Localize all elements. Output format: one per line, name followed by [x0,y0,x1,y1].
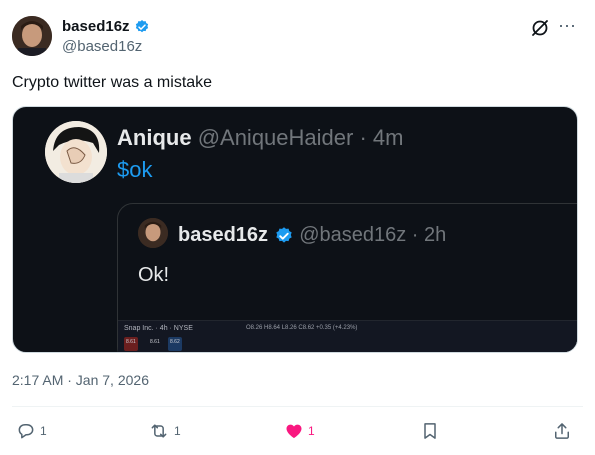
quoted-author-name: Anique [117,125,192,150]
author-avatar[interactable] [12,16,52,56]
chart-ohlc-label: O8.26 H8.64 L8.26 C8.62 +0.35 (+4.23%) [246,325,358,331]
inner-author-name: based16z [178,224,269,246]
quoted-tweet-time: · 4m [359,125,404,150]
chart-spread-box: 8.61 [150,339,160,345]
chart-sell-box: 8.61 [124,337,138,351]
repost-button[interactable]: 1 [148,420,181,442]
repost-count: 1 [174,424,181,438]
more-options-icon[interactable]: ⋯ [558,16,577,37]
heart-icon [286,424,302,439]
inner-author-handle: @based16z [299,224,407,246]
like-button[interactable]: 1 [284,420,315,442]
author-handle[interactable]: @based16z [62,38,142,55]
inner-tweet-header: based16z @based16z · 2h [178,224,446,247]
bookmark-icon [424,423,436,439]
verified-badge-icon [135,20,148,33]
inner-tweet-time: · 2h [411,224,447,246]
author-name[interactable]: based16z [62,18,150,35]
speech-bubble-icon [18,424,34,439]
divider [12,406,583,407]
reply-count: 1 [40,424,47,438]
inner-author-avatar [138,218,168,248]
share-icon [555,423,569,439]
stock-chart-thumbnail: Snap Inc. · 4h · NYSE O8.26 H8.64 L8.26 … [118,320,577,352]
verified-badge-icon [275,226,292,243]
chart-ticker-label: Snap Inc. · 4h · NYSE [124,325,193,332]
like-count: 1 [308,424,315,438]
tweet-text: Crypto twitter was a mistake [12,74,213,91]
tweet-timestamp[interactable]: 2:17 AM · Jan 7, 2026 [12,372,149,388]
chart-buy-box: 8.62 [168,337,182,351]
bookmark-button[interactable] [420,420,440,442]
share-button[interactable] [552,420,572,442]
quoted-tweet-text: $ok [117,157,153,182]
repost-arrows-icon [151,424,167,438]
quoted-tweet-header: Anique @AniqueHaider · 4m [117,125,403,151]
attached-image[interactable]: Anique @AniqueHaider · 4m $ok based16z @… [12,106,578,353]
reply-button[interactable]: 1 [16,420,47,442]
quoted-author-handle: @AniqueHaider [197,125,354,150]
quoted-author-avatar [45,121,107,183]
inner-tweet-text: Ok! [138,264,170,286]
inner-quote-card: based16z @based16z · 2h Ok! Snap Inc. · … [117,203,577,352]
grok-icon[interactable] [530,18,550,38]
